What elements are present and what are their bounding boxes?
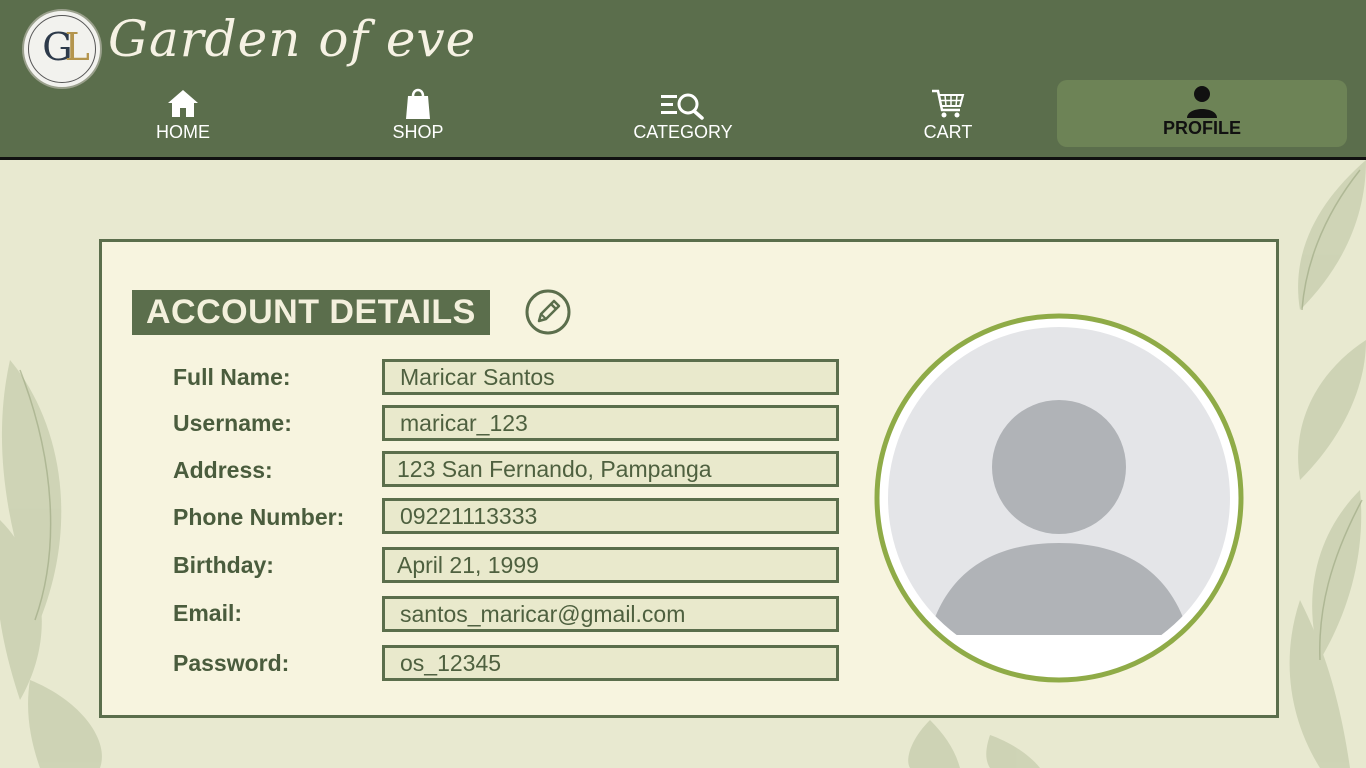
edit-pencil-icon[interactable] — [524, 288, 572, 336]
nav-cart[interactable]: CART — [905, 86, 991, 146]
birthday-label: Birthday: — [173, 552, 274, 578]
brand-logo[interactable]: GL — [22, 9, 102, 89]
nav-category-label: CATEGORY — [633, 122, 733, 142]
user-icon — [1187, 86, 1217, 118]
nav-cart-label: CART — [923, 122, 973, 142]
nav-shop-label: SHOP — [392, 122, 444, 142]
address-label: Address: — [173, 457, 273, 483]
nav-home-label: HOME — [156, 122, 210, 142]
cart-icon — [932, 89, 965, 118]
nav-profile-label: PROFILE — [1162, 118, 1241, 138]
full-name-label: Full Name: — [173, 364, 291, 390]
account-details-title: ACCOUNT DETAILS — [132, 290, 490, 335]
email-label: Email: — [173, 600, 243, 626]
password-label: Password: — [173, 650, 290, 676]
password-field[interactable]: os_12345 — [382, 645, 839, 681]
phone-number-label: Phone Number: — [173, 504, 345, 530]
address-field[interactable]: 123 San Fernando, Pampanga — [382, 451, 839, 487]
profile-avatar[interactable] — [874, 313, 1244, 683]
username-field[interactable]: maricar_123 — [382, 405, 839, 441]
nav-profile[interactable]: PROFILE — [1057, 80, 1347, 147]
phone-number-field[interactable]: 09221113333 — [382, 498, 839, 534]
account-details-card: ACCOUNT DETAILS Full Name: Maricar Santo… — [99, 239, 1279, 718]
birthday-field[interactable]: April 21, 1999 — [382, 547, 839, 583]
search-list-icon — [661, 93, 704, 120]
nav-home[interactable]: HOME — [140, 86, 226, 146]
nav-category[interactable]: CATEGORY — [620, 86, 746, 146]
email-field[interactable]: santos_maricar@gmail.com — [382, 596, 839, 632]
shopping-bag-icon — [406, 88, 430, 119]
home-icon — [168, 90, 198, 117]
full-name-field[interactable]: Maricar Santos — [382, 359, 839, 395]
nav-shop[interactable]: SHOP — [380, 86, 456, 146]
logo-monogram: GL — [42, 25, 90, 69]
brand-name: Garden of eve — [108, 10, 477, 68]
username-label: Username: — [173, 410, 292, 436]
top-nav-bar: GL Garden of eve HOME SHOP CATEGORY CART… — [0, 0, 1366, 160]
